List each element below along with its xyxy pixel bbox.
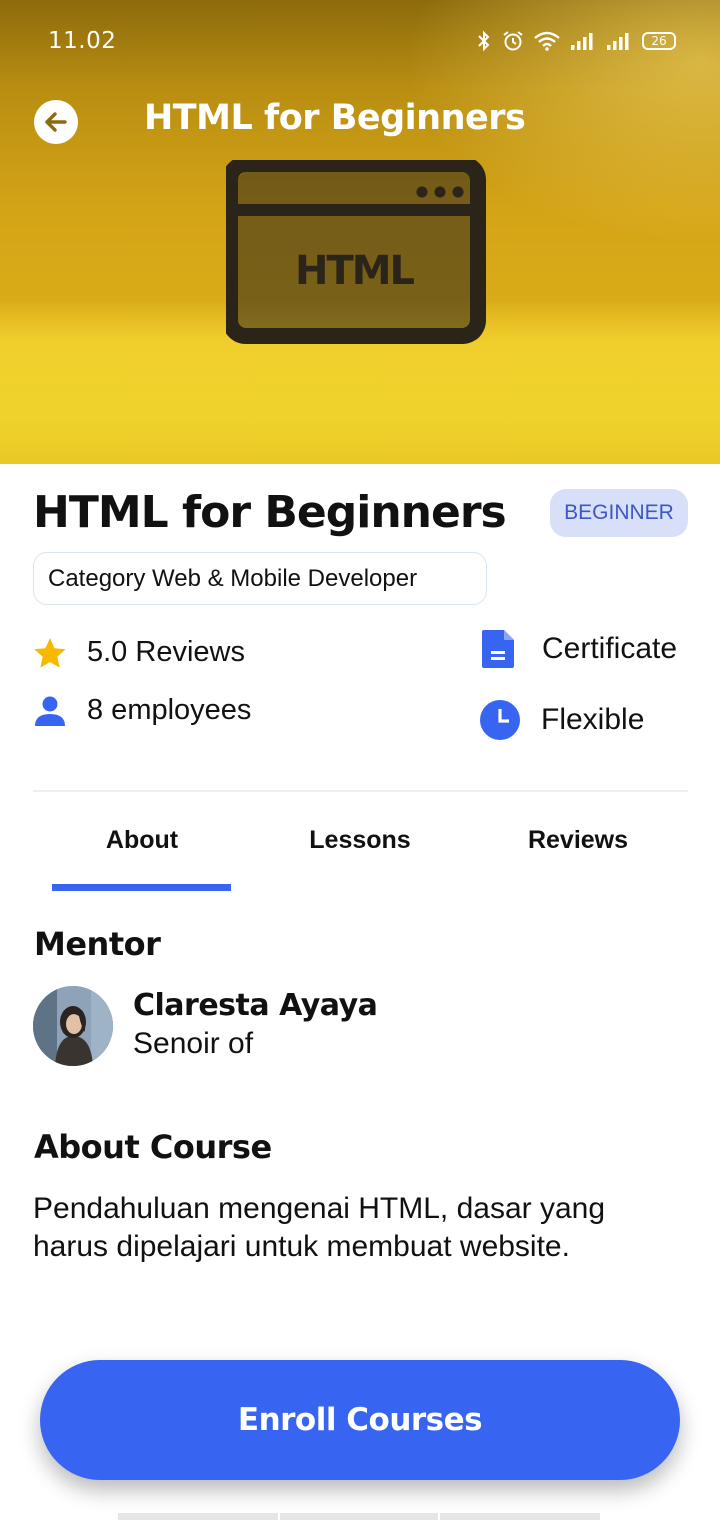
status-bar: 11.02 26	[0, 0, 720, 64]
tab-lessons[interactable]: Lessons	[270, 826, 450, 855]
nav-hint-right	[440, 1513, 600, 1520]
active-tab-indicator	[52, 884, 231, 891]
nav-hint-left	[118, 1513, 278, 1520]
arrow-left-icon	[45, 112, 67, 132]
battery-icon: 26	[642, 32, 676, 50]
enroll-button[interactable]: Enroll Courses	[40, 1360, 680, 1480]
nav-hint-center	[280, 1513, 438, 1520]
bluetooth-icon	[478, 30, 490, 52]
employees-meta: 8 employees	[33, 694, 251, 727]
reviews-label: 5.0 Reviews	[87, 636, 245, 668]
tab-reviews[interactable]: Reviews	[488, 826, 668, 855]
clock-icon	[480, 700, 520, 740]
level-badge: BEGINNER	[550, 489, 688, 537]
reviews-meta: 5.0 Reviews	[33, 636, 245, 669]
avatar[interactable]	[33, 986, 113, 1066]
mentor-name: Claresta Ayaya	[133, 988, 378, 1023]
back-button[interactable]	[34, 100, 78, 144]
status-time: 11.02	[48, 28, 117, 54]
course-title: HTML for Beginners	[33, 487, 507, 538]
category-chip: Category Web & Mobile Developer	[33, 552, 487, 605]
about-course-heading: About Course	[34, 1128, 272, 1166]
category-label: Category Web & Mobile Developer	[48, 564, 418, 592]
hero-art-text: HTML	[295, 248, 415, 294]
mentor-photo	[33, 986, 113, 1066]
person-icon	[35, 696, 65, 726]
mentor-heading: Mentor	[34, 925, 161, 963]
schedule-label: Flexible	[541, 703, 645, 736]
document-icon	[482, 630, 514, 668]
wifi-icon	[534, 31, 560, 51]
mentor-role: Senoir of	[133, 1027, 254, 1060]
schedule-meta: Flexible	[479, 699, 644, 741]
certificate-label: Certificate	[542, 632, 678, 665]
course-hero-image: HTML 11.02 26 HTML for Beginners	[0, 0, 720, 464]
tab-about[interactable]: About	[52, 826, 232, 855]
star-icon	[34, 637, 66, 668]
certificate-meta: Certificate	[480, 628, 677, 670]
signal-icon	[607, 33, 629, 50]
status-icons: 26	[476, 30, 676, 52]
alarm-icon	[503, 31, 523, 51]
signal-icon	[571, 33, 593, 50]
header-title: HTML for Beginners	[144, 98, 526, 138]
section-divider	[33, 790, 688, 792]
html-browser-illustration: HTML	[226, 160, 486, 344]
about-course-text: Pendahuluan mengenai HTML, dasar yang ha…	[33, 1192, 606, 1263]
employees-label: 8 employees	[87, 694, 252, 726]
